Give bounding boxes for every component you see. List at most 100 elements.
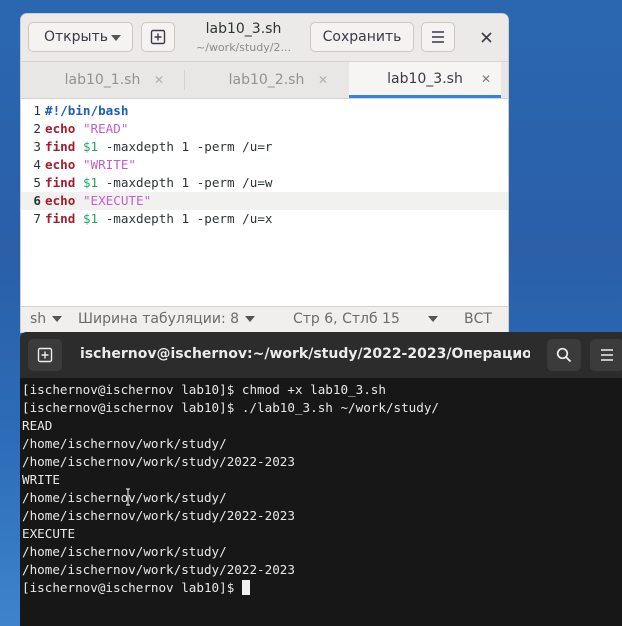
- close-icon[interactable]: ✕: [318, 73, 328, 87]
- plus-square-icon: [150, 29, 166, 45]
- cursor-position-selector[interactable]: Стр 6, Стлб 15: [293, 311, 438, 327]
- code-line[interactable]: 4 echo "WRITE": [21, 156, 508, 174]
- menu-button[interactable]: [421, 22, 455, 52]
- terminal-prompt: [ischernov@ischernov lab10]$: [22, 580, 242, 595]
- code-line[interactable]: 7 find $1 -maxdepth 1 -perm /u=x: [21, 210, 508, 228]
- status-bar: sh Ширина табуляции: 8 Стр 6, Стлб 15 ВС…: [21, 306, 508, 332]
- code-token: echo: [45, 157, 76, 172]
- open-button[interactable]: Открыть: [28, 22, 133, 52]
- code-token: find: [45, 211, 76, 226]
- code-line[interactable]: 1 #!/bin/bash: [21, 102, 508, 120]
- close-icon: [480, 31, 492, 43]
- hamburger-icon: [432, 31, 444, 43]
- tab-label: lab10_3.sh: [387, 70, 463, 87]
- code-token: $1: [82, 175, 99, 190]
- line-number: 3: [33, 139, 41, 154]
- code-text: echo "EXECUTE": [45, 192, 151, 210]
- tab-lab10-2[interactable]: lab10_2.sh ✕: [185, 62, 348, 98]
- insert-mode-indicator[interactable]: ВСТ: [464, 311, 492, 327]
- code-token: echo: [45, 121, 76, 136]
- tab-label: lab10_1.sh: [64, 72, 141, 88]
- terminal-title: ischernov@ischernov:~/work/study/2022-20…: [80, 346, 530, 362]
- search-button[interactable]: [547, 339, 581, 371]
- terminal-line: /home/ischernov/work/study/2022-2023: [22, 508, 295, 523]
- code-text: #!/bin/bash: [45, 102, 128, 120]
- terminal-line: /home/ischernov/work/study/2022-2023: [22, 562, 295, 577]
- search-icon: [556, 347, 572, 363]
- code-line[interactable]: 6 echo "EXECUTE": [21, 192, 508, 210]
- code-text: echo "WRITE": [45, 156, 136, 174]
- code-text: find $1 -maxdepth 1 -perm /u=w: [45, 174, 273, 192]
- save-button[interactable]: Сохранить: [310, 22, 414, 52]
- chevron-down-icon: [245, 316, 256, 322]
- line-number: 7: [33, 211, 41, 226]
- code-text: echo "READ": [45, 120, 128, 138]
- code-text: find $1 -maxdepth 1 -perm /u=x: [45, 210, 273, 228]
- terminal-line: /home/ischernov/work/study/: [22, 436, 227, 451]
- code-editor[interactable]: 1 #!/bin/bash 2 echo "READ" 3 find $1 -maxdep…: [21, 99, 508, 306]
- terminal-line: EXECUTE: [22, 526, 76, 541]
- code-line[interactable]: 5 find $1 -maxdepth 1 -perm /u=w: [21, 174, 508, 192]
- terminal-output[interactable]: [ischernov@ischernov lab10]$ chmod +x la…: [22, 378, 622, 626]
- code-token: "WRITE": [82, 157, 137, 172]
- language-selector[interactable]: sh: [30, 311, 63, 327]
- window-subtitle: ~/work/study/2...: [196, 41, 291, 54]
- close-icon[interactable]: ✕: [481, 72, 491, 86]
- code-token: echo: [45, 193, 76, 208]
- chevron-down-icon: [52, 316, 63, 322]
- code-token: "READ": [82, 121, 129, 136]
- chevron-down-icon: [111, 35, 121, 41]
- terminal-line: [ischernov@ischernov lab10]$ ./lab10_3.s…: [22, 400, 440, 415]
- gedit-window: Открыть lab10_3.sh ~/work/study/2... Сох…: [20, 13, 509, 333]
- code-token: #!/bin/bash: [45, 103, 129, 118]
- tab-lab10-3[interactable]: lab10_3.sh ✕: [349, 62, 501, 98]
- new-terminal-tab-button[interactable]: [28, 339, 62, 371]
- language-label: sh: [30, 311, 47, 327]
- gedit-header-bar: Открыть lab10_3.sh ~/work/study/2... Сох…: [21, 14, 508, 62]
- chevron-down-icon: [427, 316, 438, 322]
- tab-bar: lab10_1.sh ✕ lab10_2.sh ✕ lab10_3.sh ✕: [21, 62, 508, 99]
- ibeam-cursor-icon: [126, 488, 130, 506]
- open-button-label: Открыть: [44, 29, 108, 45]
- code-token: -maxdepth 1 -perm /u=r: [98, 139, 273, 154]
- close-icon[interactable]: ✕: [154, 73, 164, 87]
- close-window-button[interactable]: [475, 26, 497, 48]
- terminal-line: READ: [22, 418, 53, 433]
- line-number: 2: [33, 121, 41, 136]
- code-token: find: [45, 139, 76, 154]
- code-token: $1: [82, 139, 99, 154]
- tab-width-selector[interactable]: Ширина табуляции: 8: [78, 311, 256, 327]
- code-token: "EXECUTE": [82, 193, 152, 208]
- terminal-line: WRITE: [22, 472, 60, 487]
- tab-width-label: Ширина табуляции: 8: [78, 311, 240, 327]
- plus-square-icon: [37, 347, 53, 363]
- code-token: find: [45, 175, 76, 190]
- hamburger-icon: [601, 349, 613, 361]
- terminal-line: /home/ischernov/work/study/2022-2023: [22, 454, 295, 469]
- tab-label: lab10_2.sh: [228, 72, 305, 88]
- terminal-menu-button[interactable]: [590, 339, 622, 371]
- terminal-line: [ischernov@ischernov lab10]$ chmod +x la…: [22, 382, 386, 397]
- window-title: lab10_3.sh: [205, 21, 282, 37]
- cursor-position-label: Стр 6, Стлб 15: [293, 311, 400, 327]
- line-number: 4: [33, 157, 41, 172]
- code-token: -maxdepth 1 -perm /u=x: [98, 211, 273, 226]
- terminal-cursor: [241, 580, 250, 595]
- code-line[interactable]: 3 find $1 -maxdepth 1 -perm /u=r: [21, 138, 508, 156]
- tab-lab10-1[interactable]: lab10_1.sh ✕: [21, 62, 184, 98]
- terminal-window: ischernov@ischernov:~/work/study/2022-20…: [20, 332, 622, 626]
- code-token: $1: [82, 211, 99, 226]
- code-text: find $1 -maxdepth 1 -perm /u=r: [45, 138, 273, 156]
- new-tab-button[interactable]: [141, 22, 175, 52]
- terminal-line: /home/ischernov/work/study/: [22, 544, 227, 559]
- line-number: 6: [33, 193, 41, 208]
- line-number: 5: [33, 175, 41, 190]
- terminal-prompt-line[interactable]: [ischernov@ischernov lab10]$: [22, 579, 250, 597]
- code-line[interactable]: 2 echo "READ": [21, 120, 508, 138]
- line-number: 1: [33, 103, 41, 118]
